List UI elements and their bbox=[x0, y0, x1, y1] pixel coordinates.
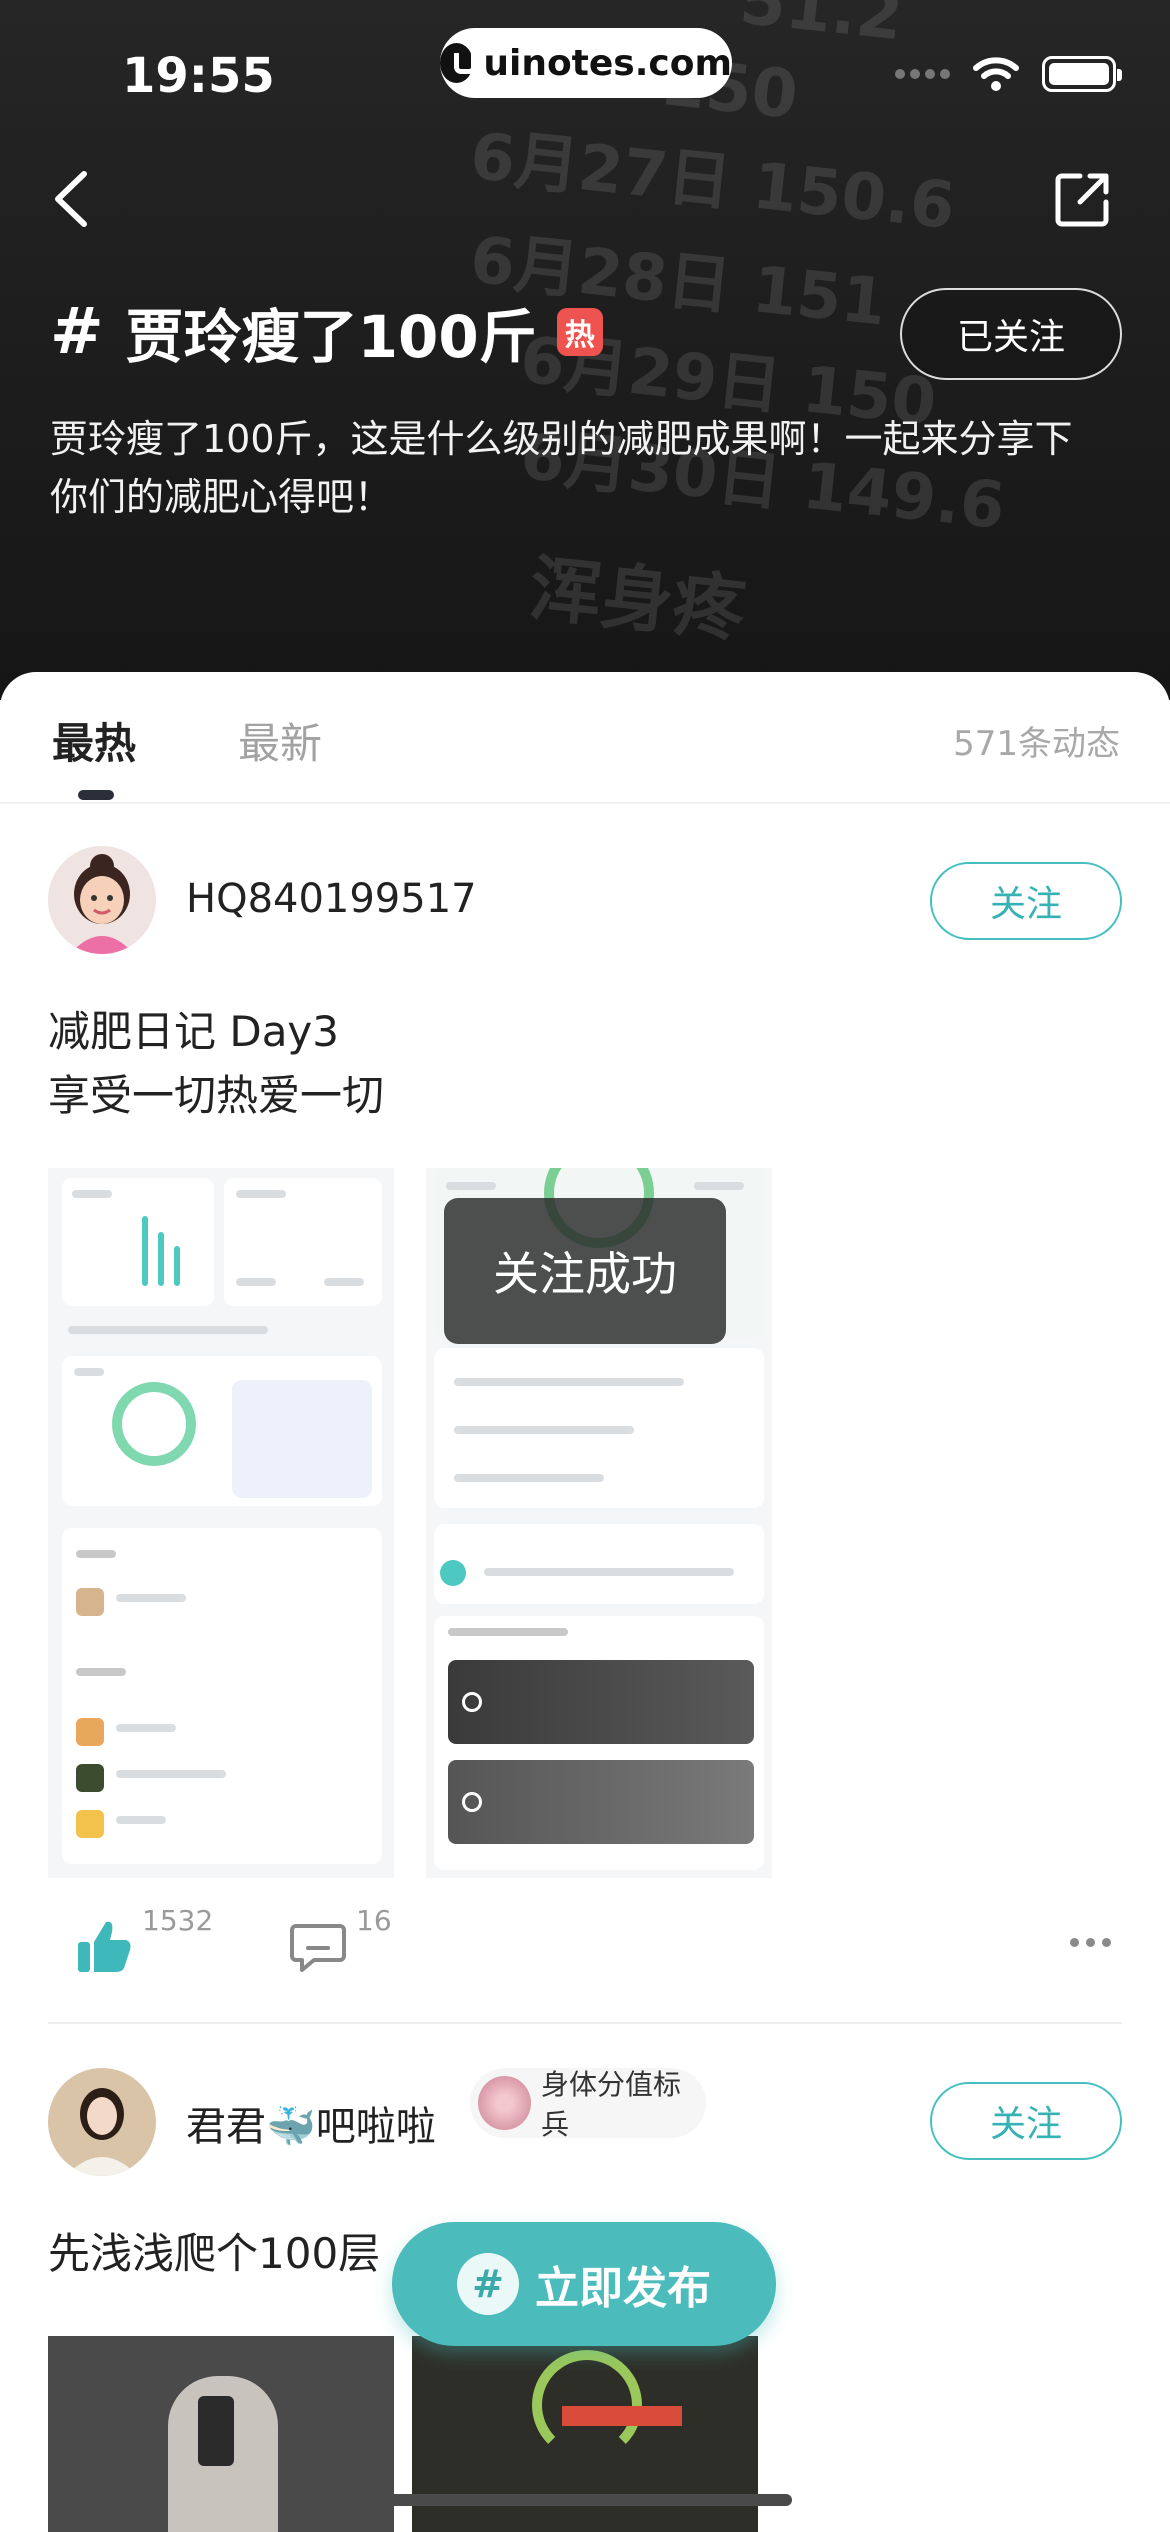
post-text: 先浅浅爬个100层 bbox=[48, 2229, 381, 2278]
topic-title-row: # 贾玲瘦了100斤 热 bbox=[50, 290, 603, 374]
url-pill: uinotes.com bbox=[440, 28, 732, 98]
hot-badge: 热 bbox=[556, 308, 603, 356]
honor-badge: 身体分值标兵 bbox=[470, 2068, 706, 2141]
publish-label: 立即发布 bbox=[535, 2263, 711, 2314]
avatar[interactable] bbox=[48, 2068, 156, 2176]
post-text: 减肥日记 Day3 享受一切热爱一切 bbox=[48, 1007, 385, 1120]
follow-button[interactable]: 关注 bbox=[930, 862, 1122, 940]
hashtag-icon: # bbox=[457, 2253, 519, 2315]
post-image-1[interactable] bbox=[48, 1168, 394, 1878]
comment-count: 16 bbox=[356, 1904, 392, 1937]
avatar[interactable] bbox=[48, 846, 156, 954]
followed-button[interactable]: 已关注 bbox=[900, 288, 1122, 380]
post-actions: 1532 16 bbox=[0, 1894, 1170, 1984]
home-indicator[interactable] bbox=[378, 2494, 792, 2506]
tab-hot[interactable]: 最热 bbox=[52, 710, 136, 771]
bg-text-7: 浑身疼 bbox=[525, 545, 750, 653]
signal-icon bbox=[895, 69, 950, 79]
post-username[interactable]: 君君🐳吧啦啦 bbox=[186, 2094, 436, 2152]
post-count: 571条动态 bbox=[953, 724, 1120, 764]
share-icon[interactable] bbox=[1050, 166, 1116, 232]
topic-title: 贾玲瘦了100斤 bbox=[125, 303, 537, 371]
url-text: uinotes.com bbox=[483, 42, 732, 84]
status-icons bbox=[895, 56, 1122, 92]
feed-tabs: 最热 最新 571条动态 bbox=[0, 672, 1170, 804]
follow-button[interactable]: 关注 bbox=[930, 2082, 1122, 2160]
post-image-1[interactable] bbox=[48, 2336, 394, 2532]
status-bar: 19:55 uinotes.com bbox=[0, 0, 1170, 150]
hashtag-icon: # bbox=[50, 295, 104, 369]
topic-description: 贾玲瘦了100斤，这是什么级别的减肥成果啊！一起来分享下你们的减肥心得吧！ bbox=[50, 417, 1073, 519]
thumbs-up-icon[interactable] bbox=[76, 1918, 132, 1974]
comment-icon[interactable] bbox=[290, 1922, 346, 1974]
publish-button[interactable]: # 立即发布 bbox=[392, 2222, 776, 2346]
status-time: 19:55 bbox=[122, 48, 275, 104]
battery-icon bbox=[1042, 56, 1122, 92]
honor-badge-label: 身体分值标兵 bbox=[541, 2068, 682, 2141]
back-arrow-icon[interactable] bbox=[46, 166, 102, 232]
tab-active-indicator bbox=[78, 790, 114, 800]
like-count: 1532 bbox=[142, 1904, 214, 1937]
toast-message: 关注成功 bbox=[444, 1198, 726, 1344]
site-logo-icon bbox=[440, 43, 477, 83]
medal-icon bbox=[478, 2076, 532, 2130]
topic-header: 51.2 150 6月27日 150.6 6月28日 151 6月29日 150… bbox=[0, 0, 1170, 700]
more-icon[interactable] bbox=[1070, 1938, 1111, 1947]
tab-new[interactable]: 最新 bbox=[238, 710, 322, 771]
wifi-icon bbox=[973, 57, 1019, 91]
post-username[interactable]: HQ840199517 bbox=[186, 876, 477, 922]
